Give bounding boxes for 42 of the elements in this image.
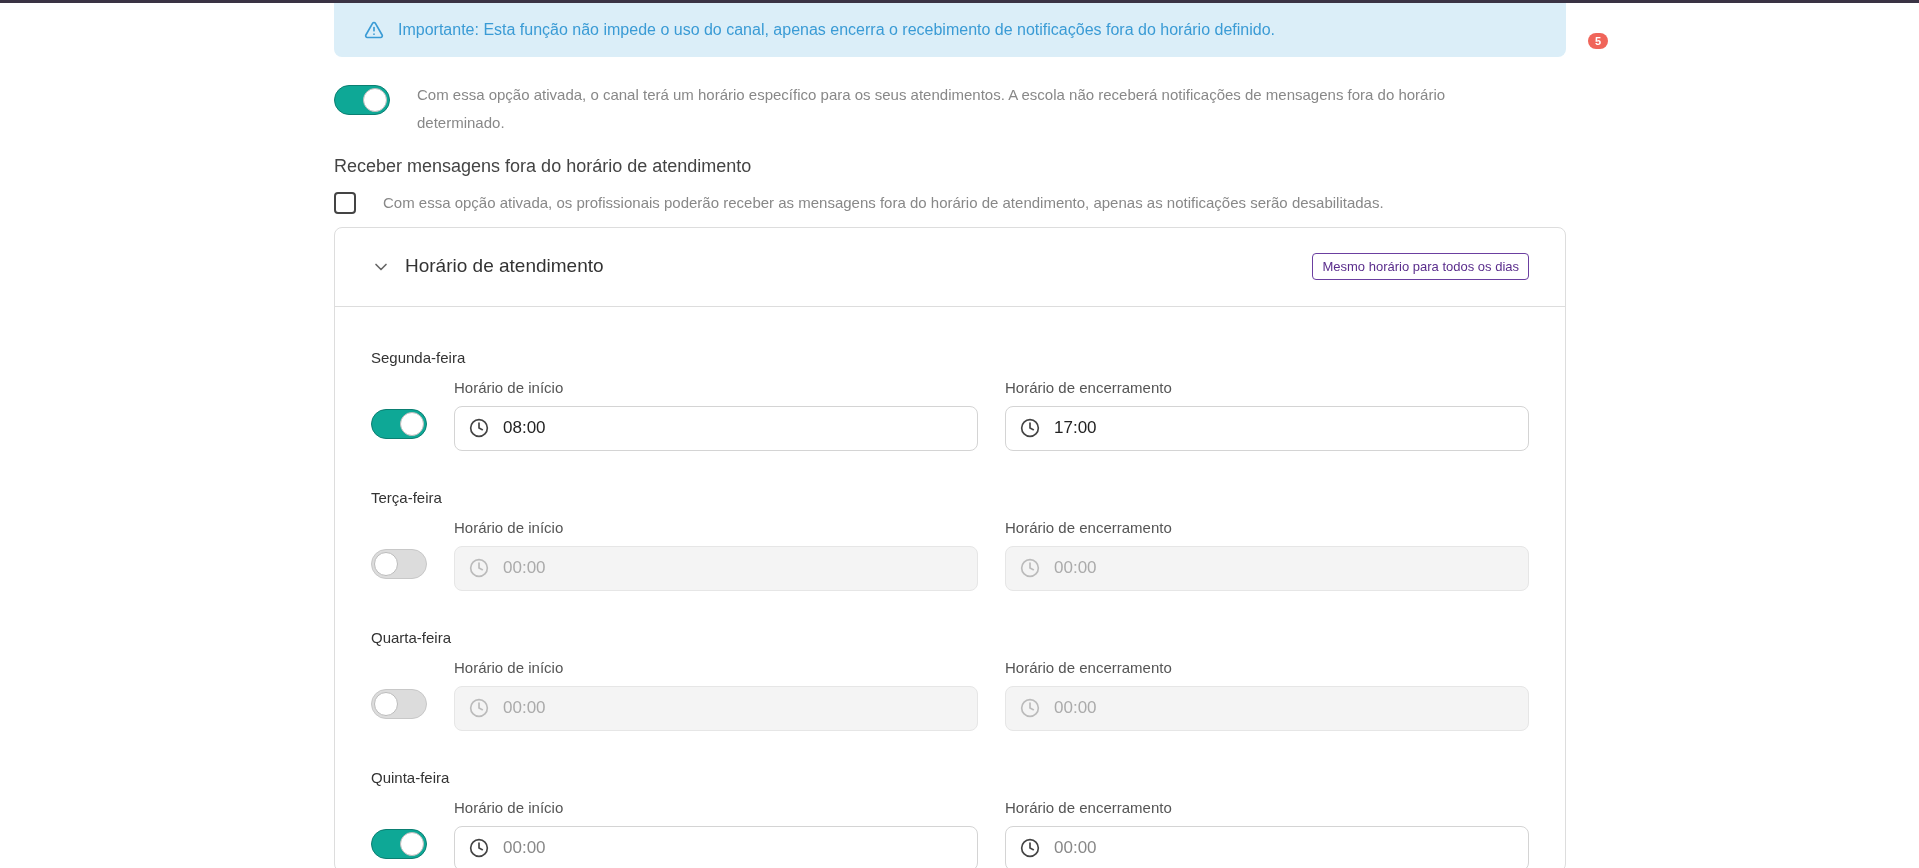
toggle-switch[interactable] [371, 829, 427, 859]
panel-title: Horário de atendimento [405, 254, 605, 279]
clock-icon [1020, 418, 1040, 438]
day-label: Quarta-feira [371, 627, 453, 648]
time-input[interactable]: 08:00 [454, 405, 978, 451]
section-heading: Receber mensagens fora do horário de atendimento [334, 155, 753, 178]
field-label: Horário de início [454, 798, 565, 818]
checkbox[interactable] [334, 192, 356, 215]
clock-icon [469, 698, 489, 718]
notification-badge: 5 [1588, 33, 1608, 49]
field-label: Horário de encerramento [1005, 518, 1173, 538]
warning-icon [364, 20, 384, 40]
day-label: Terça-feira [371, 487, 443, 508]
toggle-switch[interactable] [371, 409, 427, 439]
field-label: Horário de início [454, 518, 565, 538]
day-label: Segunda-feira [371, 347, 467, 368]
clock-icon [469, 558, 489, 578]
clock-icon [469, 418, 489, 438]
checkbox-description: Com essa opção ativada, os profissionais poderão receber as mensagens fora do horário de atendimento, apenas as notificações serão desabilitadas. [383, 193, 1384, 213]
toggle-switch[interactable] [334, 85, 390, 115]
time-input[interactable]: 00:00 [1005, 545, 1529, 591]
clock-icon [1020, 558, 1040, 578]
time-input[interactable]: 00:00 [1005, 685, 1529, 731]
toggle-description: Com essa opção ativada, o canal terá um horário específico para os seus atendimentos. A escola não receberá notificações de mensagens fora do horário determinado. [417, 85, 1447, 133]
field-label: Horário de início [454, 658, 565, 678]
same-hours-button[interactable]: Mesmo horário para todos os dias [1312, 253, 1529, 280]
toggle-switch[interactable] [371, 549, 427, 579]
field-label: Horário de encerramento [1005, 798, 1173, 818]
toggle-switch[interactable] [371, 689, 427, 719]
time-input[interactable]: 00:00 [454, 825, 978, 868]
time-input[interactable]: 17:00 [1005, 405, 1529, 451]
alert-text: Importante: Esta função não impede o uso do canal, apenas encerra o recebimento de notificações fora do horário definido. [398, 20, 1275, 40]
clock-icon [1020, 698, 1040, 718]
time-input[interactable]: 00:00 [1005, 825, 1529, 868]
clock-icon [469, 838, 489, 858]
time-input[interactable]: 00:00 [454, 545, 978, 591]
field-label: Horário de encerramento [1005, 378, 1173, 398]
day-label: Quinta-feira [371, 767, 451, 788]
clock-icon [1020, 838, 1040, 858]
field-label: Horário de encerramento [1005, 658, 1173, 678]
time-input[interactable]: 00:00 [454, 685, 978, 731]
field-label: Horário de início [454, 378, 565, 398]
